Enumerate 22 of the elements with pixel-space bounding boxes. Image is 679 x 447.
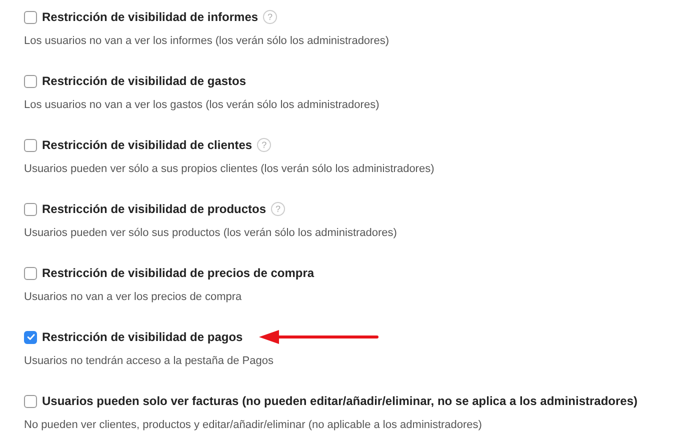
checkbox[interactable] xyxy=(24,394,37,408)
option-label[interactable]: Restricción de visibilidad de pagos xyxy=(42,330,243,344)
option-label[interactable]: Usuarios pueden solo ver facturas (no pueden editar/añadir/eliminar, no se aplica a los administradores) xyxy=(42,394,638,408)
option-description: Usuarios pueden ver sólo sus productos (los verán sólo los administradores) xyxy=(24,227,398,239)
checkbox[interactable] xyxy=(24,138,37,152)
checkbox[interactable] xyxy=(24,10,37,24)
option-description: Los usuarios no van a ver los gastos (los verán sólo los administradores) xyxy=(24,99,380,111)
checkbox[interactable] xyxy=(24,74,37,88)
checkbox[interactable] xyxy=(24,202,37,216)
checkbox[interactable] xyxy=(24,330,37,344)
option-label[interactable]: Restricción de visibilidad de gastos xyxy=(42,74,246,88)
option-label[interactable]: Restricción de visibilidad de productos xyxy=(42,202,266,216)
option-label[interactable]: Restricción de visibilidad de precios de compra xyxy=(42,266,314,280)
option-description: No pueden ver clientes, productos y editar/añadir/eliminar (no aplicable a los administradores) xyxy=(24,419,483,431)
option-label[interactable]: Restricción de visibilidad de informes xyxy=(42,10,258,24)
checkbox[interactable] xyxy=(24,266,37,280)
option-description: Los usuarios no van a ver los informes (los verán sólo los administradores) xyxy=(24,35,390,47)
option-description: Usuarios no van a ver los precios de compra xyxy=(24,291,243,303)
option-label[interactable]: Restricción de visibilidad de clientes xyxy=(42,138,252,152)
option-description: Usuarios pueden ver sólo a sus propios clientes (los verán sólo los administradores) xyxy=(24,163,436,175)
option-description: Usuarios no tendrán acceso a la pestaña de Pagos xyxy=(24,355,274,367)
check-icon xyxy=(26,332,36,342)
